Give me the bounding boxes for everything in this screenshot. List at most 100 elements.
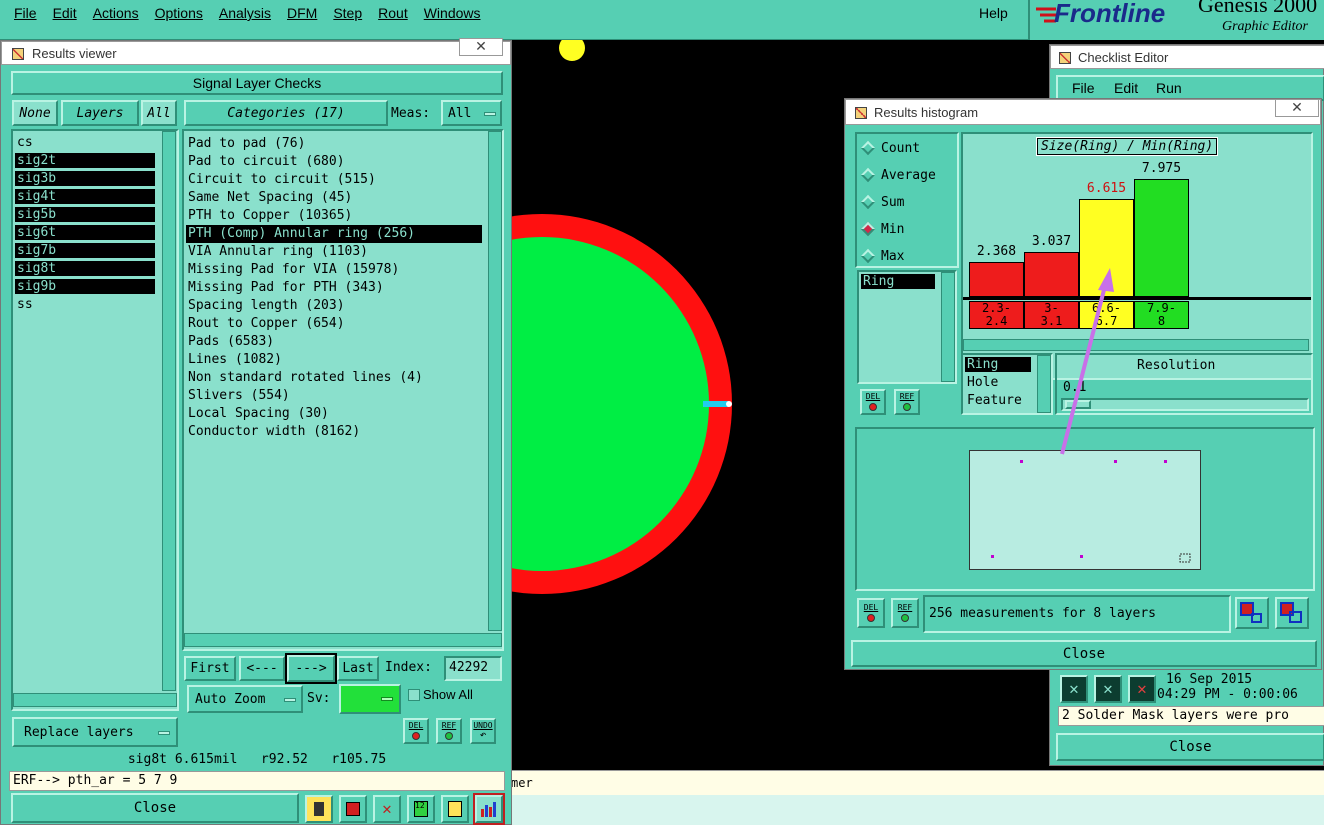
layer-item-sig6t[interactable]: sig6t <box>15 225 155 240</box>
menu-rout[interactable]: Rout <box>378 5 408 21</box>
menu-file[interactable]: File <box>14 5 37 21</box>
run-all-icon[interactable]: ✕ <box>1094 675 1122 703</box>
layer-item-sig8t[interactable]: sig8t <box>15 261 155 276</box>
sv-color-dropdown[interactable] <box>339 684 401 714</box>
category-item[interactable]: Rout to Copper (654) <box>186 315 482 333</box>
all-button[interactable]: All <box>141 100 177 126</box>
replace-layers-dropdown[interactable]: Replace layers <box>12 717 178 747</box>
results-viewer-titlebar[interactable]: Results viewer <box>1 41 511 65</box>
layer-list-vscrollbar[interactable] <box>162 131 176 691</box>
category-item[interactable]: Spacing length (203) <box>186 297 482 315</box>
menu-help[interactable]: Help <box>979 5 1008 21</box>
menu-windows[interactable]: Windows <box>424 5 481 21</box>
zoom-from-icon[interactable] <box>1275 597 1309 629</box>
histogram-titlebar[interactable]: Results histogram <box>845 99 1321 125</box>
layer-item-sig4t[interactable]: sig4t <box>15 189 155 204</box>
layer-item-sig2t[interactable]: sig2t <box>15 153 155 168</box>
ref-button[interactable]: REF <box>894 389 920 415</box>
category-item[interactable]: Slivers (554) <box>186 387 482 405</box>
menu-step[interactable]: Step <box>333 5 362 21</box>
erf-line: ERF--> pth_ar = 5 7 9 <box>9 771 505 791</box>
checklist-menu-file[interactable]: File <box>1072 80 1095 96</box>
histogram-close-button[interactable]: Close <box>851 640 1317 667</box>
close-icon[interactable]: ✕ <box>1275 99 1319 117</box>
results-viewer-close-button[interactable]: Close <box>11 793 299 823</box>
radio-min[interactable]: Min <box>860 219 904 239</box>
close-icon[interactable]: ✕ <box>459 38 503 56</box>
radio-average[interactable]: Average <box>860 165 936 185</box>
meas-dropdown[interactable]: All <box>441 100 502 126</box>
notes-icon[interactable] <box>441 795 469 823</box>
menu-actions[interactable]: Actions <box>93 5 139 21</box>
ref-button[interactable]: REF <box>891 598 919 628</box>
undo-button[interactable]: UNDO ↶ <box>470 718 496 744</box>
category-item[interactable]: Non standard rotated lines (4) <box>186 369 482 387</box>
one-two-icon[interactable]: 12 <box>407 795 435 823</box>
category-list-vscrollbar[interactable] <box>488 131 502 631</box>
layer-toggle-icon[interactable] <box>305 795 333 823</box>
chart-hscrollbar[interactable] <box>963 339 1309 351</box>
zoom-to-icon[interactable] <box>1235 597 1269 629</box>
category-item[interactable]: Pad to circuit (680) <box>186 153 482 171</box>
layer-item-sig3b[interactable]: sig3b <box>15 171 155 186</box>
menu-dfm[interactable]: DFM <box>287 5 317 21</box>
category-list[interactable]: Pad to pad (76) Pad to circuit (680) Cir… <box>182 129 504 651</box>
run-icon[interactable]: ✕ <box>1060 675 1088 703</box>
category-item[interactable]: Missing Pad for PTH (343) <box>186 279 482 297</box>
category-item[interactable]: Local Spacing (30) <box>186 405 482 423</box>
no-ref-icon[interactable]: ✕ <box>373 795 401 823</box>
auto-zoom-dropdown[interactable]: Auto Zoom <box>187 685 303 713</box>
measure-list-vscrollbar[interactable] <box>941 272 955 382</box>
product-name: Genesis 2000 <box>1198 0 1318 17</box>
index-field[interactable]: 42292 <box>444 656 502 681</box>
next-button[interactable]: ---> <box>285 653 337 684</box>
axis-item-feature[interactable]: Feature <box>965 393 1035 408</box>
exit-icon[interactable] <box>339 795 367 823</box>
axis-item-hole[interactable]: Hole <box>965 375 1031 390</box>
checklist-menu-edit[interactable]: Edit <box>1114 80 1138 96</box>
none-button[interactable]: None <box>12 100 58 126</box>
layer-list[interactable]: cs sig2t sig3b sig4t sig5b sig6t sig7b s… <box>11 129 179 711</box>
axis-item-ring[interactable]: Ring <box>965 357 1031 372</box>
histogram-chart[interactable]: Size(Ring) / Min(Ring) 2.368 3.037 6.615 7.… <box>961 132 1313 380</box>
stop-icon[interactable]: ✕ <box>1128 675 1156 703</box>
layer-item-sig7b[interactable]: sig7b <box>15 243 155 258</box>
checklist-close-button[interactable]: Close <box>1056 733 1324 761</box>
checklist-time: 04:29 PM - 0:00:06 <box>1157 687 1298 702</box>
layer-item-sig9b[interactable]: sig9b <box>15 279 155 294</box>
category-item[interactable]: Conductor width (8162) <box>186 423 482 441</box>
category-item[interactable]: PTH to Copper (10365) <box>186 207 482 225</box>
radio-sum[interactable]: Sum <box>860 192 904 212</box>
measure-list[interactable]: Ring <box>857 270 957 384</box>
category-item[interactable]: Pads (6583) <box>186 333 482 351</box>
checklist-editor-titlebar[interactable]: Checklist Editor <box>1050 45 1324 69</box>
category-item-selected[interactable]: PTH (Comp) Annular ring (256) <box>186 225 482 243</box>
category-item[interactable]: Lines (1082) <box>186 351 482 369</box>
category-list-hscrollbar[interactable] <box>184 633 502 647</box>
category-item[interactable]: VIA Annular ring (1103) <box>186 243 482 261</box>
prev-button[interactable]: <--- <box>239 656 285 681</box>
show-all-checkbox[interactable] <box>408 689 420 701</box>
last-button[interactable]: Last <box>337 656 379 681</box>
layer-list-hscrollbar[interactable] <box>13 693 177 707</box>
del-button[interactable]: DEL <box>857 598 885 628</box>
radio-max[interactable]: Max <box>860 246 904 266</box>
layer-item-cs[interactable]: cs <box>15 135 155 150</box>
menu-analysis[interactable]: Analysis <box>219 5 271 21</box>
histogram-icon[interactable] <box>473 793 505 825</box>
category-item[interactable]: Missing Pad for VIA (15978) <box>186 261 482 279</box>
del-button[interactable]: DEL <box>860 389 886 415</box>
category-item[interactable]: Circuit to circuit (515) <box>186 171 482 189</box>
ref-button[interactable]: REF <box>436 718 462 744</box>
layer-item-ss[interactable]: ss <box>15 297 155 312</box>
del-button[interactable]: DEL <box>403 718 429 744</box>
layer-item-sig5b[interactable]: sig5b <box>15 207 155 222</box>
menu-edit[interactable]: Edit <box>53 5 77 21</box>
measure-item-ring[interactable]: Ring <box>861 274 935 289</box>
radio-count[interactable]: Count <box>860 138 920 158</box>
menu-options[interactable]: Options <box>155 5 203 21</box>
checklist-menu-run[interactable]: Run <box>1156 80 1182 96</box>
category-item[interactable]: Pad to pad (76) <box>186 135 482 153</box>
category-item[interactable]: Same Net Spacing (45) <box>186 189 482 207</box>
first-button[interactable]: First <box>184 656 236 681</box>
